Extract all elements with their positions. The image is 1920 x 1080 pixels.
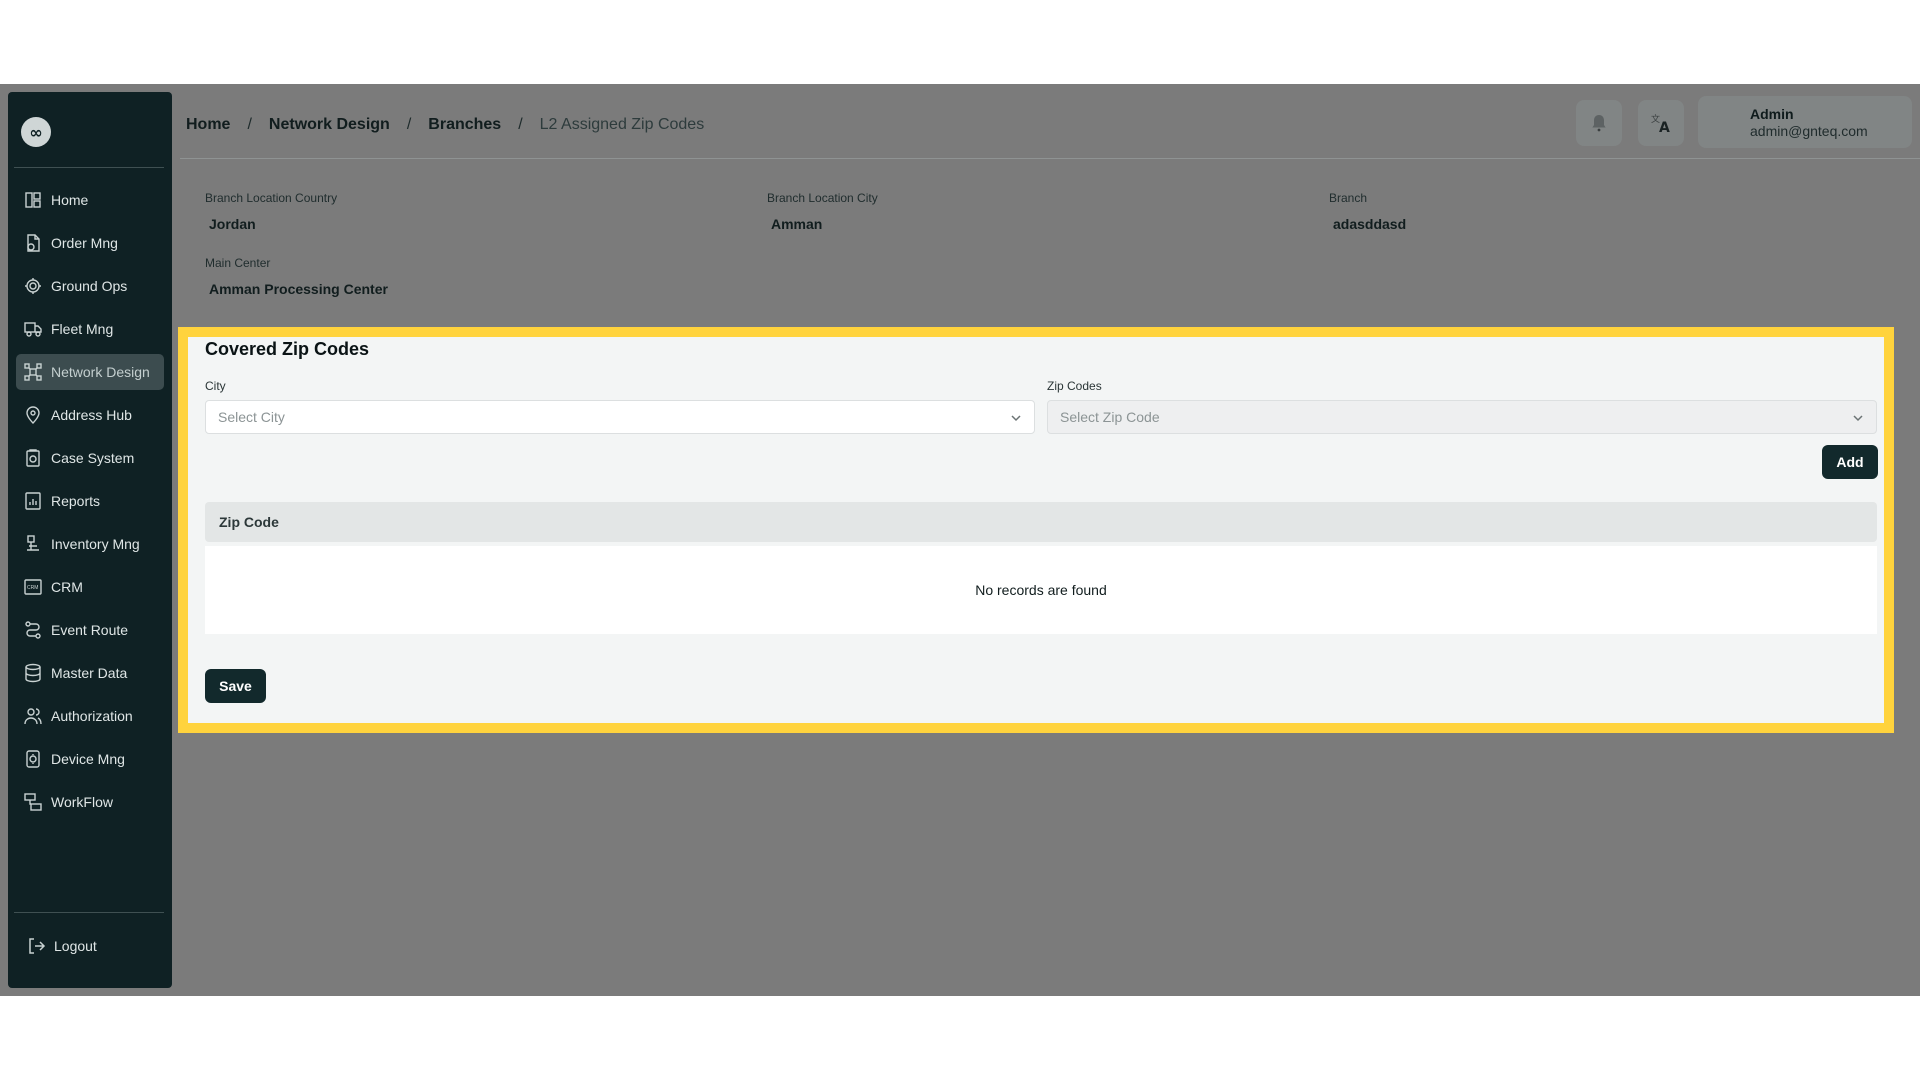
sidebar-item-label: Master Data xyxy=(51,665,128,681)
sidebar-item-label: Event Route xyxy=(51,622,129,638)
sidebar-item-case-system[interactable]: Case System xyxy=(16,440,164,476)
covered-zip-codes-title: Covered Zip Codes xyxy=(205,339,370,359)
breadcrumb-separator: / xyxy=(406,116,412,133)
country-label: Branch Location Country xyxy=(205,191,338,205)
country-value: Jordan xyxy=(209,216,256,232)
location-icon xyxy=(22,404,44,426)
sidebar-item-reports[interactable]: Reports xyxy=(16,483,164,519)
translate-icon: 文 A xyxy=(1651,113,1670,134)
svg-text:CRM: CRM xyxy=(27,585,38,591)
sidebar-item-label: Fleet Mng xyxy=(51,321,114,337)
case-icon xyxy=(22,447,44,469)
sidebar-item-order-mng[interactable]: Order Mng xyxy=(16,225,164,261)
reports-icon xyxy=(22,490,44,512)
logout-label: Logout xyxy=(54,938,97,954)
logout-button[interactable]: Logout xyxy=(16,928,164,964)
sidebar-nav: Home Order Mng Ground Ops Fleet Mng Network … xyxy=(16,182,164,827)
bell-icon xyxy=(1592,115,1606,132)
sidebar-item-label: WorkFlow xyxy=(51,794,113,810)
breadcrumb-separator: / xyxy=(247,116,252,133)
sidebar-item-event-route[interactable]: Event Route xyxy=(16,612,164,648)
breadcrumb-branches[interactable]: Branches xyxy=(428,116,501,134)
sidebar-item-label: Order Mng xyxy=(51,235,118,251)
user-name: Admin xyxy=(1750,106,1794,122)
order-icon xyxy=(22,232,44,254)
notifications-button[interactable] xyxy=(1576,100,1622,146)
breadcrumb-network-design[interactable]: Network Design xyxy=(269,116,390,134)
sidebar-item-workflow[interactable]: WorkFlow xyxy=(16,784,164,820)
chevron-down-icon xyxy=(1011,415,1021,422)
table-header: Zip Code xyxy=(205,502,1877,542)
breadcrumb-current: L2 Assigned Zip Codes xyxy=(539,116,705,133)
user-profile[interactable]: Admin admin@gnteq.com xyxy=(1698,96,1912,148)
database-icon xyxy=(22,662,44,684)
sidebar-divider xyxy=(14,912,164,913)
sidebar-item-label: Address Hub xyxy=(51,407,132,423)
sidebar-item-label: Authorization xyxy=(51,708,133,724)
city-select-placeholder: Select City xyxy=(218,409,285,425)
crm-icon: CRM xyxy=(22,576,44,598)
sidebar-item-label: Case System xyxy=(51,450,135,466)
branch-value: adasddasd xyxy=(1333,216,1407,232)
logout-icon xyxy=(29,938,46,954)
device-icon xyxy=(22,748,44,770)
network-icon xyxy=(22,361,44,383)
sidebar-item-crm[interactable]: CRM CRM xyxy=(16,569,164,605)
users-icon xyxy=(22,705,44,727)
logo-icon[interactable]: ∞ xyxy=(21,117,51,147)
city-select[interactable]: Select City xyxy=(205,400,1035,434)
sidebar-item-device-mng[interactable]: Device Mng xyxy=(16,741,164,777)
sidebar-item-label: Network Design xyxy=(51,364,150,380)
svg-text:A: A xyxy=(1659,120,1670,134)
sidebar-item-label: Ground Ops xyxy=(51,278,128,294)
table-empty-state: No records are found xyxy=(205,546,1877,634)
app-shell: ∞ Home Order Mng Ground Ops Fleet Mng Networ… xyxy=(0,84,1920,996)
city-label: Branch Location City xyxy=(767,191,878,205)
dashboard-icon xyxy=(22,189,44,211)
sidebar-item-label: CRM xyxy=(51,579,83,595)
inventory-icon xyxy=(22,533,44,555)
save-button[interactable]: Save xyxy=(205,669,266,703)
city-select-label: City xyxy=(205,379,226,393)
sidebar-item-network-design[interactable]: Network Design xyxy=(16,354,164,390)
covered-zip-codes-card: Covered Zip Codes City Select City Zip C… xyxy=(178,327,1894,733)
ground-ops-icon xyxy=(22,275,44,297)
route-icon xyxy=(22,619,44,641)
zip-code-select[interactable]: Select Zip Code xyxy=(1047,400,1877,434)
sidebar-item-address-hub[interactable]: Address Hub xyxy=(16,397,164,433)
main-center-label: Main Center xyxy=(205,256,271,270)
branch-label: Branch xyxy=(1329,191,1368,205)
sidebar-item-label: Home xyxy=(51,192,89,208)
sidebar-divider xyxy=(14,167,164,168)
sidebar: ∞ Home Order Mng Ground Ops Fleet Mng Networ… xyxy=(8,92,172,988)
truck-icon xyxy=(22,318,44,340)
sidebar-item-home[interactable]: Home xyxy=(16,182,164,218)
breadcrumb-home[interactable]: Home xyxy=(186,116,230,134)
user-email: admin@gnteq.com xyxy=(1750,123,1868,139)
zip-select-placeholder: Select Zip Code xyxy=(1060,409,1160,425)
sidebar-item-inventory-mng[interactable]: Inventory Mng xyxy=(16,526,164,562)
sidebar-item-label: Inventory Mng xyxy=(51,536,140,552)
breadcrumb: Home / Network Design / Branches / L2 As… xyxy=(186,112,704,138)
sidebar-item-label: Reports xyxy=(51,493,101,509)
chevron-down-icon xyxy=(1853,415,1863,422)
zip-code-column-header: Zip Code xyxy=(219,514,279,530)
breadcrumb-separator: / xyxy=(518,116,523,133)
header-divider xyxy=(180,158,1920,159)
translate-button[interactable]: 文 A xyxy=(1638,100,1684,146)
main-center-value: Amman Processing Center xyxy=(209,281,388,297)
sidebar-item-master-data[interactable]: Master Data xyxy=(16,655,164,691)
empty-message: No records are found xyxy=(975,582,1107,598)
workflow-icon xyxy=(22,791,44,813)
sidebar-item-fleet-mng[interactable]: Fleet Mng xyxy=(16,311,164,347)
sidebar-item-authorization[interactable]: Authorization xyxy=(16,698,164,734)
sidebar-item-ground-ops[interactable]: Ground Ops xyxy=(16,268,164,304)
add-button[interactable]: Add xyxy=(1822,445,1878,479)
city-value: Amman xyxy=(771,216,823,232)
zip-select-label: Zip Codes xyxy=(1047,379,1102,393)
sidebar-item-label: Device Mng xyxy=(51,751,125,767)
